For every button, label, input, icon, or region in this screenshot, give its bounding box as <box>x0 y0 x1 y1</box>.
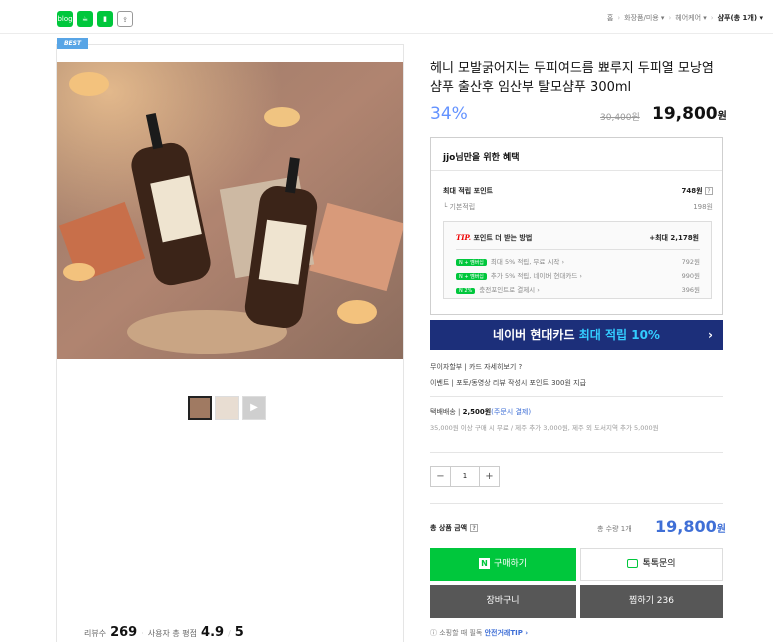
help-icon[interactable]: ? <box>705 187 713 195</box>
review-summary: 리뷰수 269 · 사용자 총 평점 4.9 / 5 <box>84 625 244 640</box>
breadcrumb-cat1[interactable]: 화장품/미용 ▾ <box>624 13 664 23</box>
buy-button[interactable]: N 구매하기 <box>430 548 576 581</box>
tip-row[interactable]: N + 멤버십 추가 5% 적립, 네이버 현대카드 › 990원 <box>456 270 700 280</box>
chevron-right-icon: › <box>708 328 713 342</box>
safe-trade-info: ⓘ 소핑할 때 필독 안전거래TIP › <box>430 629 529 637</box>
breadcrumb-home[interactable]: 홈 <box>607 13 613 23</box>
thumbnail-1[interactable] <box>188 396 212 420</box>
thumbnail-2[interactable] <box>215 396 239 420</box>
tip-row[interactable]: N 2% 충전포인트로 결제시 › 396원 <box>456 284 700 294</box>
product-title: 헤니 모발굵어지는 두피여드름 뾰루지 두피열 모낭염 샴푸 출산후 임산부 탈… <box>430 61 714 95</box>
wish-button[interactable]: 찜하기 236 <box>580 585 723 618</box>
tip-heading: TIP. 포인트 더 받는 방법 <box>456 233 533 242</box>
best-badge: BEST <box>57 38 88 49</box>
quantity-stepper: − 1 + <box>430 466 500 487</box>
top-bar: blog ☕ ▮ ⇪ 홈 › 화장품/미용 ▾ › 헤어케어 ▾ › 샴푸(총 … <box>0 0 773 34</box>
shipping-note: 35,000원 이상 구매 시 무료 / 제주 추가 3,000원, 제주 외 … <box>430 424 659 432</box>
thumbnail-list: ▶ <box>188 396 266 420</box>
product-page: blog ☕ ▮ ⇪ 홈 › 화장품/미용 ▾ › 헤어케어 ▾ › 샴푸(총 … <box>0 0 773 643</box>
breadcrumb-cat2[interactable]: 헤어케어 ▾ <box>675 13 707 23</box>
cafe-share-icon[interactable]: ☕ <box>77 11 93 27</box>
discount-rate: 34% <box>430 104 468 124</box>
installment-info[interactable]: 무이자할부 | 카드 자세히보기 ? <box>430 362 522 372</box>
bookmark-share-icon[interactable]: ▮ <box>97 11 113 27</box>
naver-n-icon: N <box>478 558 490 569</box>
max-point-row: 최대 적립 포인트 748원 ? <box>443 186 713 196</box>
shipping-info: 택배배송 | 2,500원(주문시 결제) <box>430 408 532 416</box>
breadcrumb-cat3[interactable]: 샴푸(총 1개) ▾ <box>718 13 763 23</box>
review-count[interactable]: 269 <box>110 625 137 640</box>
total-price: 19,800원 <box>655 517 726 536</box>
share-icons: blog ☕ ▮ ⇪ <box>57 11 133 27</box>
talk-icon <box>627 559 639 568</box>
original-price: 30,400원 <box>600 113 640 123</box>
hyundai-card-banner[interactable]: 네이버 현대카드 최대 적립 10% › <box>430 320 723 350</box>
qty-value[interactable]: 1 <box>451 466 479 487</box>
benefit-heading: jjo님만을 위한 혜택 <box>443 153 520 163</box>
rating-value: 4.9 <box>201 625 225 640</box>
blog-share-icon[interactable]: blog <box>57 11 73 27</box>
base-point-row: └ 기본적립 198원 <box>443 203 713 211</box>
cart-button[interactable]: 장바구니 <box>430 585 576 618</box>
total-count: 총 수량 1개 <box>597 525 632 533</box>
event-info: 이벤트 | 포토/동영상 리뷰 작성시 포인트 300원 지급 <box>430 379 587 387</box>
tip-row[interactable]: N + 멤버십 최대 5% 적립, 무료 시작 › 792원 <box>456 256 700 266</box>
talk-inquiry-button[interactable]: 톡톡문의 <box>580 548 723 581</box>
product-main-image[interactable] <box>57 62 403 359</box>
sale-price: 19,800원 <box>652 104 727 124</box>
thumbnail-video[interactable]: ▶ <box>242 396 266 420</box>
total-label: 총 상품 금액? <box>430 523 479 533</box>
rating-max: 5 <box>234 625 244 640</box>
help-icon[interactable]: ? <box>470 524 479 532</box>
share-icon[interactable]: ⇪ <box>117 11 133 27</box>
tip-box: TIP. 포인트 더 받는 방법 +최대 2,178원 N + 멤버십 최대 5%… <box>443 221 712 299</box>
qty-plus-button[interactable]: + <box>479 466 500 487</box>
benefit-box: jjo님만을 위한 혜택 최대 적립 포인트 748원 ? └ 기본적립 198… <box>430 137 723 315</box>
safe-trade-link[interactable]: 안전거래TIP › <box>485 629 529 637</box>
tip-max: +최대 2,178원 <box>649 234 699 242</box>
qty-minus-button[interactable]: − <box>430 466 451 487</box>
breadcrumb: 홈 › 화장품/미용 ▾ › 헤어케어 ▾ › 샴푸(총 1개) ▾ <box>606 13 763 23</box>
